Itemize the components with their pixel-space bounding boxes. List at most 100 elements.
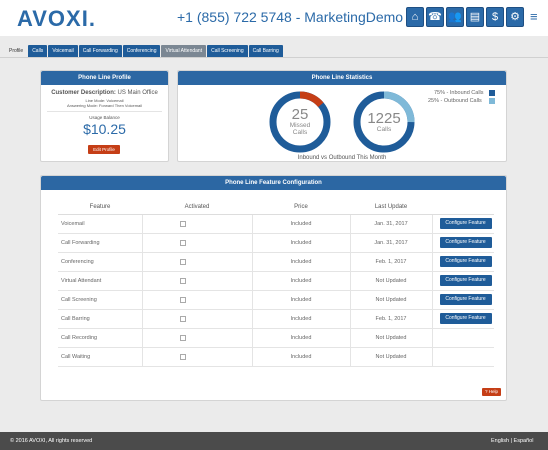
activated-checkbox[interactable] xyxy=(179,258,186,265)
activated-cell xyxy=(141,290,252,310)
feature-price: Included xyxy=(251,290,350,310)
statistics-caption: Inbound vs Outbound This Month xyxy=(298,155,387,161)
usage-balance-value: $10.25 xyxy=(83,121,126,137)
calls-label: Calls xyxy=(377,126,392,133)
legend-outbound-swatch xyxy=(489,98,495,104)
feature-row: Virtual Attendant Included Not Updated Conf… xyxy=(58,271,494,291)
home-icon[interactable]: ⌂ xyxy=(406,7,424,27)
answering-mode-row: Answering Mode: Forward Then Voicemail xyxy=(41,103,168,108)
feature-action-cell: Configure Feature xyxy=(431,252,494,272)
feature-name: Call Waiting xyxy=(58,347,142,367)
legend-inbound-swatch xyxy=(489,90,495,96)
lang-spanish-link[interactable]: Español xyxy=(514,438,534,444)
feature-name: Voicemail xyxy=(58,214,142,234)
activated-checkbox[interactable] xyxy=(179,353,186,360)
feature-last-update: Feb. 1, 2017 xyxy=(349,252,432,272)
feature-configuration-card: Phone Line Feature Configuration Feature… xyxy=(40,175,507,401)
feature-price: Included xyxy=(251,347,350,367)
feature-action-cell: Configure Feature xyxy=(431,290,494,310)
avoxi-logo[interactable]: AVOXI. xyxy=(17,6,96,32)
configure-feature-button[interactable]: Configure Feature xyxy=(439,256,492,267)
feature-name: Call Recording xyxy=(58,328,142,348)
tab-calls[interactable]: Calls xyxy=(28,45,48,57)
tab-conferencing[interactable]: Conferencing xyxy=(122,45,161,57)
tab-call-forwarding[interactable]: Call Forwarding xyxy=(78,45,122,57)
feature-price: Included xyxy=(251,328,350,348)
usage-balance-label: Usage Balance xyxy=(89,115,120,120)
feature-price: Included xyxy=(251,309,350,329)
tab-call-screening[interactable]: Call Screening xyxy=(207,45,248,57)
account-phone-title: +1 (855) 722 5748 - MarketingDemo xyxy=(177,9,404,25)
activated-checkbox[interactable] xyxy=(179,277,186,284)
feature-action-cell: Configure Feature xyxy=(431,271,494,291)
lang-english-link[interactable]: English xyxy=(491,438,509,444)
calls-count: 1225 xyxy=(367,110,400,127)
help-button[interactable]: ? Help xyxy=(482,388,501,396)
user-settings-icon[interactable]: ⚙ xyxy=(506,7,524,27)
activated-checkbox[interactable] xyxy=(179,296,186,303)
edit-profile-button[interactable]: Edit Profile xyxy=(88,145,120,154)
feature-row: Call Barring Included Feb. 1, 2017 Configur… xyxy=(58,309,494,329)
feature-action-cell: Configure Feature xyxy=(431,214,494,234)
feature-tab-bar: Profile Calls Voicemail Call Forwarding Conf… xyxy=(5,44,283,57)
feature-row: Call Recording Included Not Updated xyxy=(58,328,494,348)
feature-name: Call Forwarding xyxy=(58,233,142,253)
report-icon[interactable]: ▤ xyxy=(466,7,484,27)
feature-table-header: Feature Activated Price Last Update xyxy=(58,200,494,215)
statistics-card-title: Phone Line Statistics xyxy=(178,71,506,85)
activated-checkbox[interactable] xyxy=(179,334,186,341)
feature-name: Call Screening xyxy=(58,290,142,310)
phone-line-statistics-card: Phone Line Statistics 25 Missed Calls 12… xyxy=(177,70,507,162)
configure-feature-button[interactable]: Configure Feature xyxy=(439,313,492,324)
legend-outbound-text: 25% - Outbound Calls xyxy=(428,98,482,104)
tab-voicemail[interactable]: Voicemail xyxy=(48,45,78,57)
feature-last-update: Not Updated xyxy=(349,271,432,291)
feature-last-update: Not Updated xyxy=(349,328,432,348)
feature-price: Included xyxy=(251,233,350,253)
activated-checkbox[interactable] xyxy=(179,239,186,246)
activated-checkbox[interactable] xyxy=(179,315,186,322)
activated-checkbox[interactable] xyxy=(179,220,186,227)
billing-icon[interactable]: $ xyxy=(486,7,504,27)
hamburger-menu-icon[interactable]: ≡ xyxy=(530,9,538,24)
answering-mode-value: Forward Then Voicemail xyxy=(98,103,143,108)
feature-action-cell xyxy=(431,328,494,348)
feature-action-cell: Configure Feature xyxy=(431,309,494,329)
feature-row: Call Forwarding Included Jan. 31, 2017 Conf… xyxy=(58,233,494,253)
feature-last-update: Not Updated xyxy=(349,347,432,367)
configure-feature-button[interactable]: Configure Feature xyxy=(439,237,492,248)
configure-feature-button[interactable]: Configure Feature xyxy=(439,218,492,229)
customer-description-value: US Main Office xyxy=(117,90,158,96)
col-price: Price xyxy=(252,200,350,215)
activated-cell xyxy=(141,214,252,234)
missed-label-line1: Missed xyxy=(290,122,311,129)
feature-price: Included xyxy=(251,214,350,234)
feature-action-cell xyxy=(431,347,494,367)
missed-label-line2: Calls xyxy=(293,129,308,136)
phone-icon[interactable]: ☎ xyxy=(426,7,444,27)
phone-line-profile-card: Phone Line Profile Customer Description:… xyxy=(40,70,169,162)
activated-cell xyxy=(141,309,252,329)
header-icon-bar: ⌂ ☎ 👥 ▤ $ ⚙ xyxy=(406,7,524,27)
customer-description: Customer Description: US Main Office xyxy=(41,90,168,96)
users-icon[interactable]: 👥 xyxy=(446,7,464,27)
col-activated: Activated xyxy=(142,200,252,215)
configure-feature-button[interactable]: Configure Feature xyxy=(439,294,492,305)
lang-separator: | xyxy=(510,438,513,444)
feature-last-update: Jan. 31, 2017 xyxy=(349,214,432,234)
profile-divider xyxy=(47,111,162,112)
language-switcher: English | Español xyxy=(491,438,533,444)
configure-feature-button[interactable]: Configure Feature xyxy=(439,275,492,286)
feature-row: Call Screening Included Not Updated Configu… xyxy=(58,290,494,310)
feature-last-update: Feb. 1, 2017 xyxy=(349,309,432,329)
feature-configuration-title: Phone Line Feature Configuration xyxy=(41,176,506,190)
legend-inbound-text: 75% - Inbound Calls xyxy=(434,90,484,96)
feature-row: Call Waiting Included Not Updated xyxy=(58,347,494,367)
col-last-update: Last Update xyxy=(350,200,432,215)
tab-call-barring[interactable]: Call Barring xyxy=(248,45,283,57)
activated-cell xyxy=(141,252,252,272)
tab-virtual-attendant[interactable]: Virtual Attendant xyxy=(161,45,207,57)
tab-profile[interactable]: Profile xyxy=(5,45,27,57)
statistics-donut-charts: 25 Missed Calls 1225 Calls Inbound vs Ou… xyxy=(269,91,415,161)
feature-name: Call Barring xyxy=(58,309,142,329)
